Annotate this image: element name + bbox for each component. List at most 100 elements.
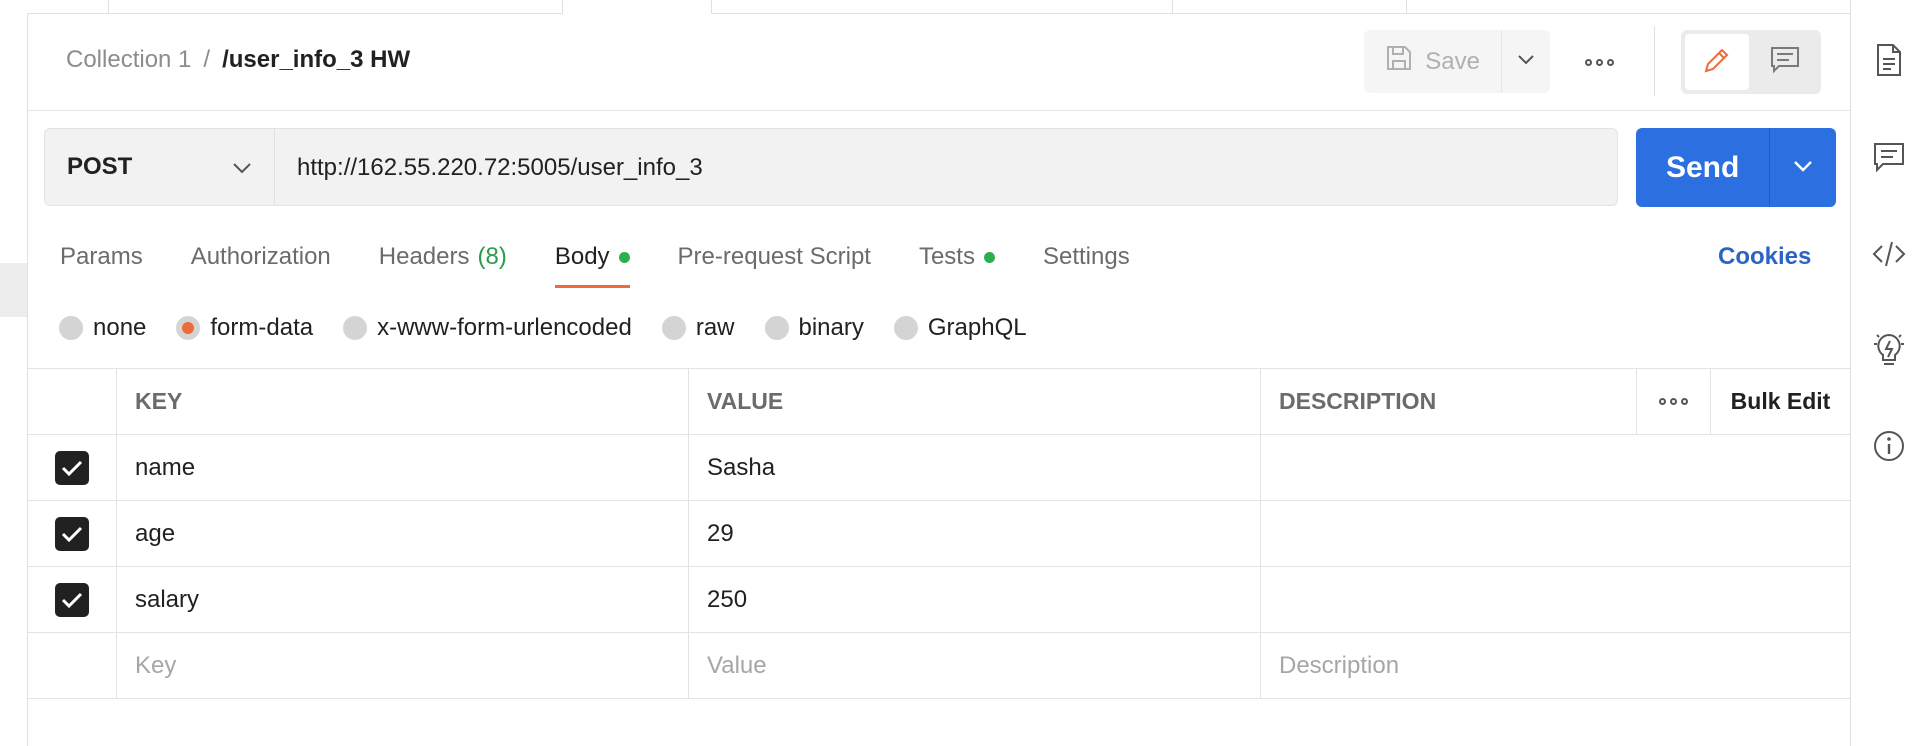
code-icon[interactable] [1869,234,1909,274]
radio-label: x-www-form-urlencoded [377,314,632,341]
more-icon [1659,398,1688,405]
send-button-group: Send [1636,128,1836,207]
row-checkbox-cell [27,567,117,632]
row-checkbox[interactable] [54,516,89,551]
tab-body[interactable]: Body [554,240,630,288]
method-select[interactable]: POST [45,129,275,205]
header-checkbox-column [27,369,117,434]
method-label: POST [67,153,133,180]
table-header-row: KEY VALUE DESCRIPTION Bulk Edit [27,369,1850,435]
comment-icon[interactable] [1869,137,1909,177]
comment-icon [1770,46,1800,79]
radio-button[interactable] [661,316,686,340]
breadcrumb-separator: / [203,46,211,73]
tab-pre-request-script[interactable]: Pre-request Script [678,240,871,274]
tab-divider [1406,0,1407,13]
description-cell[interactable] [1261,501,1850,566]
tests-indicator-dot [983,251,995,263]
body-indicator-dot [618,251,630,263]
left-sidebar-selected-item[interactable] [0,263,27,317]
key-placeholder-input[interactable]: Key [117,633,689,698]
value-cell[interactable]: 29 [689,501,1261,566]
tab-label: Params [60,243,143,270]
document-icon[interactable] [1869,40,1909,80]
key-cell[interactable]: salary [117,567,689,632]
radio-button[interactable] [59,316,83,340]
tab-label: Authorization [190,243,331,270]
description-cell[interactable] [1261,435,1850,500]
check-icon [61,592,82,608]
key-cell[interactable]: age [117,501,689,566]
radio-button[interactable] [343,316,368,340]
value-placeholder-input[interactable]: Value [689,633,1261,698]
tab-settings[interactable]: Settings [1043,240,1130,274]
radio-button-selected[interactable] [176,316,201,340]
row-checkbox[interactable] [54,450,89,485]
workspace-tab-strip [0,0,1852,14]
radio-button[interactable] [764,316,789,340]
row-checkbox-cell [27,435,117,500]
row-checkbox-cell [27,633,117,698]
tab-divider [1172,0,1173,13]
request-title[interactable]: /user_info_3 HW [222,46,410,74]
tab-label: Settings [1042,243,1130,270]
row-checkbox[interactable] [54,582,89,617]
pencil-icon [1702,45,1732,80]
key-cell[interactable]: name [117,435,689,500]
body-type-raw[interactable]: raw [661,312,735,344]
cookies-link[interactable]: Cookies [1718,240,1811,274]
radio-label: binary [798,314,864,341]
table-row: age 29 [27,501,1850,567]
bulk-edit-button[interactable]: Bulk Edit [1711,369,1850,434]
row-checkbox-cell [27,501,117,566]
tab-divider [711,0,712,13]
send-button[interactable]: Send [1636,128,1771,207]
radio-label: none [93,314,147,341]
active-workspace-tab[interactable] [563,0,711,14]
lightbulb-icon[interactable] [1869,330,1909,370]
radio-label: raw [695,314,735,341]
body-type-form-data[interactable]: form-data [176,312,313,344]
save-label: Save [1425,47,1480,75]
tab-headers[interactable]: Headers (8) [379,240,507,274]
url-input[interactable] [297,151,1597,185]
form-data-table: KEY VALUE DESCRIPTION Bulk Edit name Sas… [27,368,1850,699]
tab-label: Pre-request Script [677,243,871,270]
tab-divider [108,0,109,13]
left-sidebar [0,13,28,746]
send-dropdown-button[interactable] [1770,128,1836,207]
more-actions-button[interactable] [1576,40,1622,84]
tab-tests[interactable]: Tests [919,240,995,274]
chevron-down-icon [232,153,252,181]
table-row-new: Key Value Description [27,633,1850,699]
info-icon[interactable] [1869,426,1909,466]
body-type-selector: none form-data x-www-form-urlencoded raw… [59,312,1057,344]
table-more-button[interactable] [1637,369,1711,434]
description-cell[interactable] [1261,567,1850,632]
save-icon [1385,44,1413,79]
body-type-graphql[interactable]: GraphQL [893,312,1027,344]
tab-params[interactable]: Params [60,240,143,274]
body-type-binary[interactable]: binary [764,312,864,344]
radio-button[interactable] [893,316,918,340]
header-divider-line [27,110,1850,111]
request-tabs: Params Authorization Headers (8) Body Pre… [60,240,1178,288]
save-dropdown-button[interactable] [1502,30,1550,93]
value-cell[interactable]: Sasha [689,435,1261,500]
description-placeholder-input[interactable]: Description [1261,633,1850,698]
comment-mode-button[interactable] [1753,34,1817,90]
edit-mode-button[interactable] [1685,34,1749,90]
tab-authorization[interactable]: Authorization [191,240,331,274]
save-button[interactable]: Save [1364,30,1503,93]
tab-label: Tests [918,243,975,270]
breadcrumb-collection[interactable]: Collection 1 [66,46,191,74]
body-type-none[interactable]: none [59,312,146,344]
check-icon [61,460,82,476]
table-row: name Sasha [27,435,1850,501]
value-cell[interactable]: 250 [689,567,1261,632]
mode-toggle [1681,30,1821,94]
request-url-bar: POST [44,128,1618,206]
body-type-urlencoded[interactable]: x-www-form-urlencoded [343,312,632,344]
right-sidebar [1850,0,1926,746]
tab-label: Headers [378,243,470,270]
